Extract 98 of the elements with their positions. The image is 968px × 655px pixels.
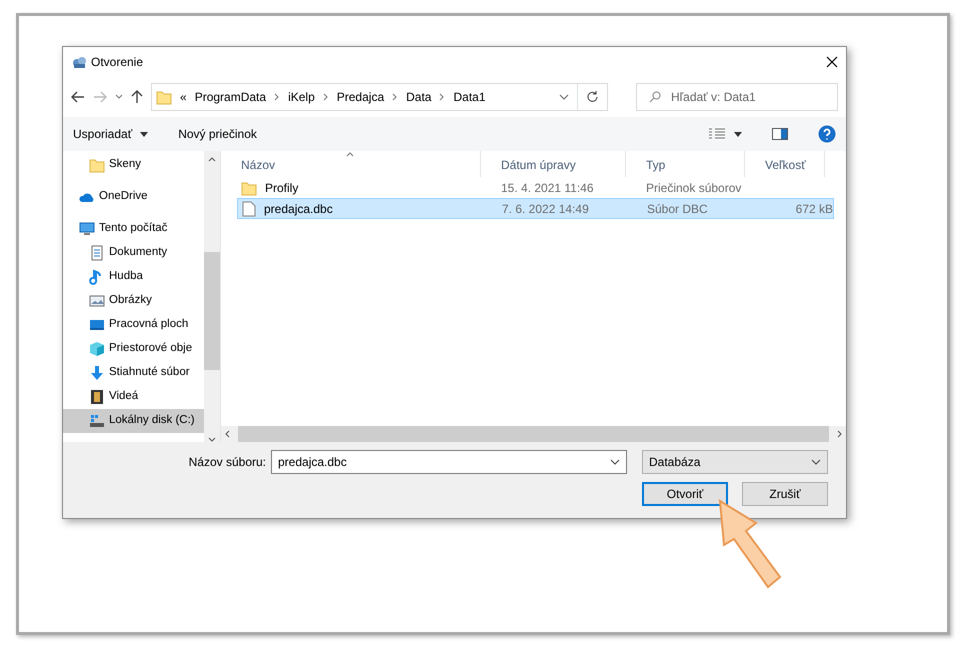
sidebar-item[interactable]: Priestorové obje bbox=[63, 337, 204, 361]
folder-icon bbox=[89, 157, 105, 173]
sort-caret-icon bbox=[346, 152, 354, 157]
desktop-icon bbox=[89, 317, 105, 333]
sidebar-item[interactable]: Tento počítač bbox=[63, 217, 204, 241]
sidebar-item-label: Dokumenty bbox=[109, 245, 168, 260]
file-name: Profily bbox=[265, 180, 298, 196]
column-header[interactable]: Veľkosť bbox=[745, 151, 825, 177]
filename-label: Názov súboru: bbox=[188, 454, 266, 471]
help-icon[interactable] bbox=[818, 125, 836, 143]
vertical-scrollbar[interactable] bbox=[204, 151, 220, 442]
breadcrumb-item[interactable]: Data bbox=[406, 88, 432, 106]
folder-icon bbox=[156, 89, 172, 105]
scrollbar-thumb[interactable] bbox=[204, 252, 220, 370]
breadcrumb-item[interactable]: Data1 bbox=[453, 88, 486, 106]
column-header-label: Typ bbox=[646, 158, 666, 172]
sidebar-item[interactable]: Videá bbox=[63, 385, 204, 409]
app-icon bbox=[71, 54, 87, 70]
scroll-down-icon[interactable] bbox=[208, 437, 216, 442]
sidebar-item-label: Pracovná ploch bbox=[109, 317, 188, 332]
dropdown-caret-icon bbox=[811, 459, 821, 465]
sidebar-item[interactable]: Skeny bbox=[63, 153, 204, 177]
search-placeholder: Hľadať v: Data1 bbox=[671, 89, 756, 106]
file-type-value: Databáza bbox=[649, 454, 700, 471]
sidebar-item[interactable]: Pracovná ploch bbox=[63, 313, 204, 337]
sidebar-item-label: Tento počítač bbox=[99, 221, 168, 236]
caret-icon bbox=[140, 132, 148, 136]
drive-icon bbox=[89, 413, 105, 429]
organize-label: Usporiadať bbox=[73, 126, 132, 143]
open-button[interactable]: Otvoriť bbox=[642, 482, 728, 506]
address-bar[interactable]: « ProgramData iKelp Predajca Data Data1 bbox=[151, 83, 608, 111]
scroll-right-icon[interactable] bbox=[837, 430, 842, 438]
column-header[interactable]: Názov bbox=[221, 151, 481, 177]
dropdown-caret-icon bbox=[610, 459, 620, 465]
sidebar-item-label: Videá bbox=[109, 389, 138, 404]
column-header-label: Veľkosť bbox=[765, 158, 806, 172]
column-header[interactable]: Typ bbox=[626, 151, 745, 177]
column-header[interactable]: Dátum úpravy bbox=[481, 151, 626, 177]
sidebar-item-label: OneDrive bbox=[99, 189, 148, 204]
sidebar-item[interactable]: Hudba bbox=[63, 265, 204, 289]
sidebar-item[interactable]: Lokálny disk (C:) bbox=[63, 409, 204, 433]
cube-icon bbox=[89, 341, 105, 357]
cancel-button[interactable]: Zrušiť bbox=[742, 482, 828, 506]
sidebar-item-label: Obrázky bbox=[109, 293, 152, 308]
close-icon[interactable] bbox=[826, 56, 838, 68]
file-date: 15. 4. 2021 11:46 bbox=[501, 180, 594, 194]
sidebar-item[interactable]: Stiahnuté súbor bbox=[63, 361, 204, 385]
sidebar-item-label: Priestorové obje bbox=[109, 341, 192, 356]
file-type: Priečinok súborov bbox=[646, 180, 742, 194]
file-row[interactable]: Profily 15. 4. 2021 11:46 Priečinok súborov bbox=[237, 177, 834, 198]
chevron-icon bbox=[439, 93, 446, 101]
sidebar-item-label: Lokálny disk (C:) bbox=[109, 413, 195, 428]
file-name: predajca.dbc bbox=[264, 200, 333, 218]
download-arrow-icon bbox=[89, 365, 105, 381]
monitor-icon bbox=[79, 221, 95, 237]
filename-field[interactable]: predajca.dbc bbox=[271, 450, 627, 474]
search-field[interactable]: Hľadať v: Data1 bbox=[636, 83, 838, 111]
chevron-icon bbox=[322, 93, 329, 101]
sidebar-item[interactable]: OneDrive bbox=[63, 185, 204, 209]
view-list-icon bbox=[708, 128, 726, 140]
new-folder-button[interactable]: Nový priečinok bbox=[178, 125, 257, 143]
file-size: 672 kB bbox=[796, 202, 833, 216]
preview-pane-icon[interactable] bbox=[772, 128, 788, 140]
scroll-up-icon[interactable] bbox=[208, 157, 216, 162]
column-header-label: Názov bbox=[241, 158, 276, 172]
file-date: 7. 6. 2022 14:49 bbox=[502, 202, 589, 216]
filename-value: predajca.dbc bbox=[278, 454, 347, 471]
file-row[interactable]: predajca.dbc 7. 6. 2022 14:49 Súbor DBC 672 kB bbox=[237, 198, 834, 219]
folder-icon bbox=[241, 180, 257, 196]
dropdown-caret-icon[interactable] bbox=[559, 94, 569, 100]
sidebar-item[interactable]: Dokumenty bbox=[63, 241, 204, 265]
breadcrumb-item[interactable]: ProgramData bbox=[194, 88, 266, 106]
sidebar-item-label: Skeny bbox=[109, 157, 141, 172]
file-icon bbox=[242, 200, 256, 216]
breadcrumb-item[interactable]: Predajca bbox=[336, 88, 384, 106]
film-icon bbox=[89, 389, 105, 405]
chevron-icon bbox=[392, 93, 398, 101]
overflow-chevron[interactable]: « bbox=[180, 88, 187, 106]
sidebar-item-label: Stiahnuté súbor bbox=[109, 365, 190, 380]
sidebar-item-label: Hudba bbox=[109, 269, 143, 284]
scroll-left-icon[interactable] bbox=[225, 430, 230, 438]
breadcrumb-item[interactable]: iKelp bbox=[288, 88, 315, 106]
caret-icon bbox=[734, 132, 742, 136]
column-header-label: Dátum úpravy bbox=[501, 158, 576, 172]
recent-caret-icon[interactable] bbox=[115, 94, 123, 100]
file-type-dropdown[interactable]: Databáza bbox=[642, 450, 828, 474]
search-icon bbox=[649, 91, 661, 103]
file-type: Súbor DBC bbox=[647, 202, 708, 216]
refresh-icon bbox=[586, 91, 598, 103]
up-arrow-icon[interactable] bbox=[131, 90, 143, 104]
sidebar-item[interactable]: Obrázky bbox=[63, 289, 204, 313]
organize-button[interactable]: Usporiadať bbox=[73, 125, 148, 143]
chevron-icon bbox=[274, 93, 280, 101]
document-icon bbox=[89, 245, 105, 261]
window-title: Otvorenie bbox=[91, 54, 144, 71]
back-arrow-icon[interactable] bbox=[71, 91, 85, 103]
view-menu-button[interactable] bbox=[708, 128, 742, 140]
picture-icon bbox=[89, 293, 105, 309]
